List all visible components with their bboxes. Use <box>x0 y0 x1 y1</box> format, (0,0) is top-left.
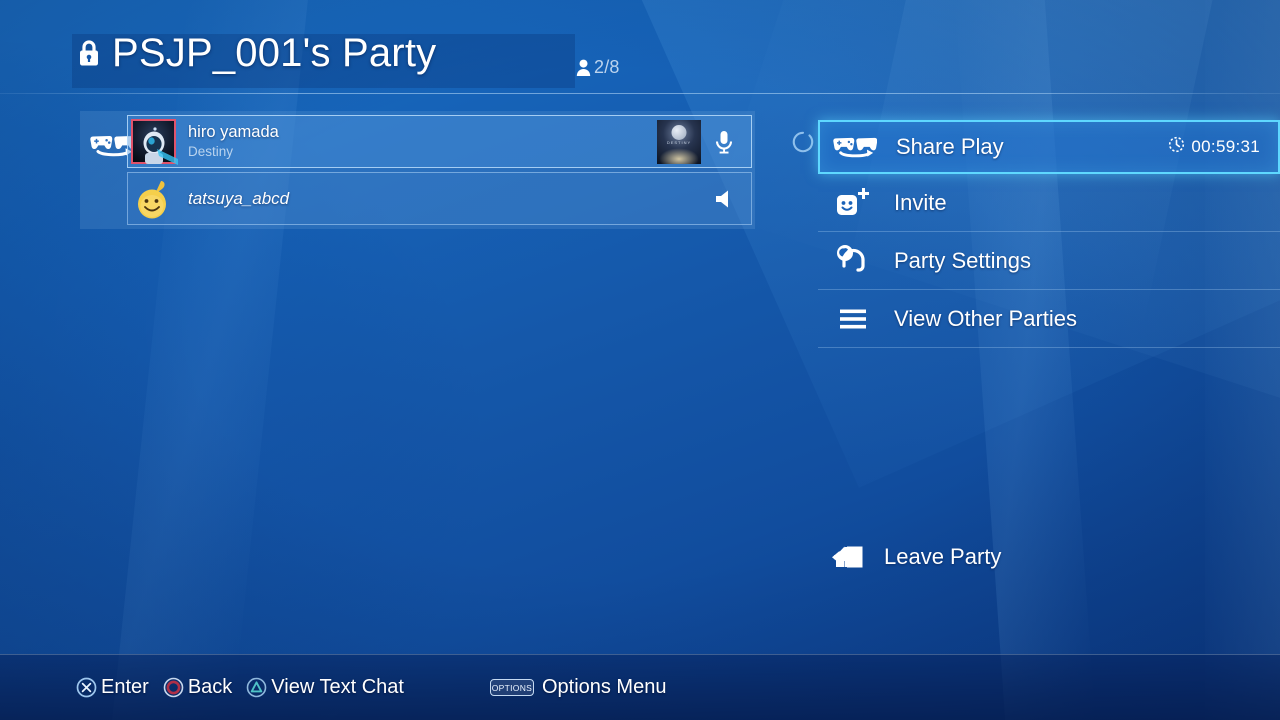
member-info: tatsuya_abcd <box>188 189 709 209</box>
header: PSJP_001's Party 2/8 <box>0 0 1280 94</box>
menu-item-view-other-parties[interactable]: View Other Parties <box>818 290 1280 348</box>
game-thumb-label: DESTINY <box>666 139 692 145</box>
share-play-controller-icon <box>832 135 878 160</box>
triangle-button-icon <box>246 677 267 698</box>
circle-button-icon <box>163 677 184 698</box>
menu-item-label: View Other Parties <box>894 305 1078 331</box>
exit-door-arrow-icon <box>828 543 868 571</box>
hint-view-text-chat[interactable]: View Text Chat <box>246 676 404 699</box>
menu-item-leave-party[interactable]: Leave Party <box>828 534 1001 580</box>
menu-item-party-settings[interactable]: Party Settings <box>818 232 1280 290</box>
hint-back[interactable]: Back <box>163 676 232 699</box>
member-list-panel: hiro yamada Destiny DESTINY tatsuya_abcd <box>80 111 755 229</box>
share-play-timer: 00:59:31 <box>1168 136 1260 158</box>
menu-item-label: Party Settings <box>894 247 1031 273</box>
member-status: Destiny <box>188 143 234 159</box>
menu-item-invite[interactable]: Invite <box>818 174 1280 232</box>
header-divider <box>0 93 1280 94</box>
loading-spinner-icon <box>792 131 814 153</box>
member-name: hiro yamada <box>188 122 279 141</box>
menu-item-label: Share Play <box>896 134 1004 159</box>
bottom-hint-bar: Enter Back View Text Chat OPTIONS Option… <box>0 654 1280 720</box>
member-info: hiro yamada Destiny <box>188 123 657 160</box>
background-arc-circle <box>0 0 510 720</box>
person-icon <box>576 59 591 76</box>
avatar <box>131 176 176 221</box>
list-item[interactable]: tatsuya_abcd <box>127 172 752 225</box>
destiny-boxart-thumbnail: DESTINY <box>657 119 701 164</box>
member-name: tatsuya_abcd <box>188 188 290 208</box>
party-settings-wrench-headset-icon <box>830 244 876 278</box>
member-count-text: 2/8 <box>594 57 620 77</box>
ps4-party-screen: PSJP_001's Party 2/8 hiro yamada Destiny… <box>0 0 1280 720</box>
menu-item-label: Invite <box>894 189 947 215</box>
background-vignette <box>0 0 1280 720</box>
speaker-icon[interactable] <box>709 184 739 214</box>
timer-clock-icon <box>1168 136 1185 158</box>
member-count: 2/8 <box>576 57 620 78</box>
list-item[interactable]: hiro yamada Destiny DESTINY <box>127 115 752 168</box>
menu-item-share-play[interactable]: Share Play 00:59:31 <box>818 120 1280 174</box>
hint-options-menu[interactable]: OPTIONS Options Menu <box>489 676 667 699</box>
hint-label: Options Menu <box>541 676 667 698</box>
hint-label: Enter <box>101 676 149 698</box>
background-streak-right <box>954 0 1096 720</box>
avatar <box>131 119 178 165</box>
timer-text: 00:59:31 <box>1191 137 1260 156</box>
hamburger-list-icon <box>830 307 876 331</box>
microphone-icon[interactable] <box>709 127 739 157</box>
background-streak-left <box>112 0 308 720</box>
options-button-icon: OPTIONS <box>489 679 534 696</box>
hint-label: Back <box>187 676 233 698</box>
party-menu: Share Play 00:59:31 Invite Party Setting… <box>818 118 1280 348</box>
background-streak-edge <box>1205 0 1280 720</box>
member-rows: hiro yamada Destiny DESTINY tatsuya_abcd <box>127 115 752 229</box>
invite-add-friend-icon <box>830 187 876 219</box>
leave-party-label: Leave Party <box>884 544 1002 569</box>
lock-icon <box>76 38 102 68</box>
hint-enter[interactable]: Enter <box>76 676 149 699</box>
page-title: PSJP_001's Party <box>76 33 436 73</box>
party-title-text: PSJP_001's Party <box>112 31 437 75</box>
cross-button-icon <box>76 677 97 698</box>
button-hints: Enter Back View Text Chat OPTIONS Option… <box>76 676 680 699</box>
hint-label: View Text Chat <box>271 676 404 698</box>
